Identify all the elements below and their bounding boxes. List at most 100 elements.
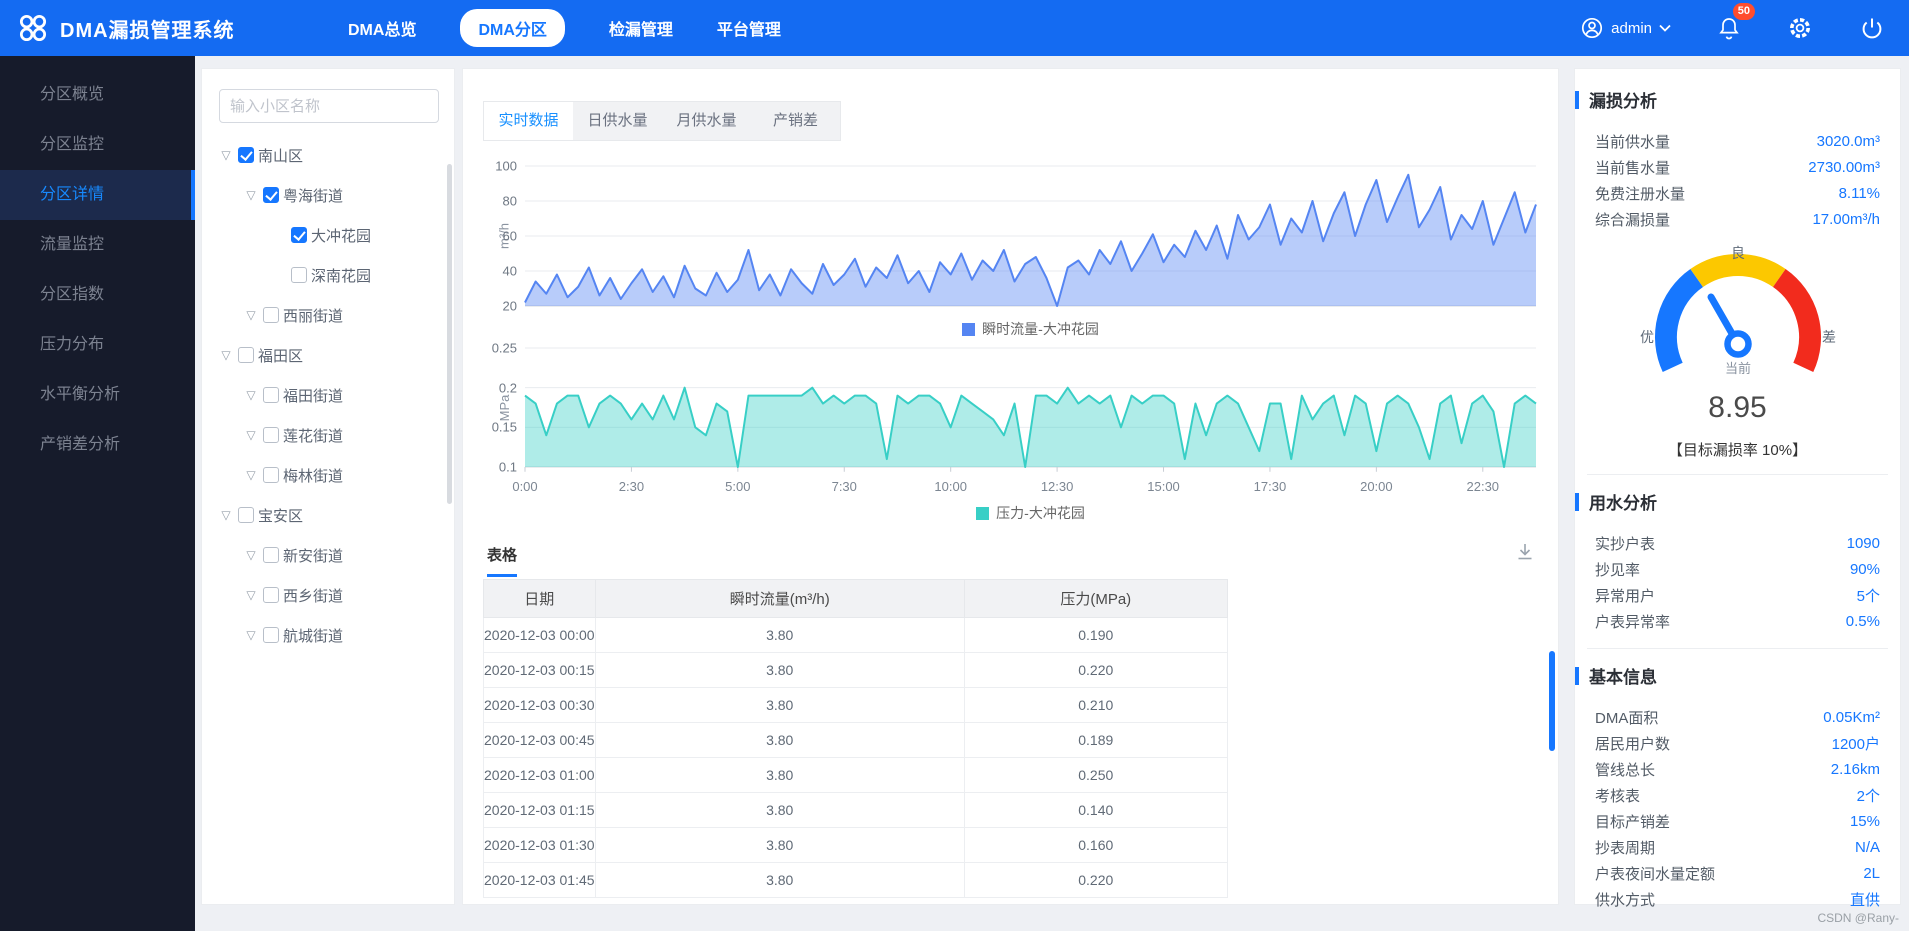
section-leak-analysis: 漏损分析: [1575, 87, 1880, 112]
caret-down-icon[interactable]: ▽: [244, 588, 258, 602]
sidebar-spacer: [0, 56, 195, 70]
sidebar-item-6[interactable]: 水平衡分析: [0, 370, 195, 420]
tree-checkbox[interactable]: [263, 547, 279, 563]
tab-3[interactable]: 产销差: [751, 102, 840, 140]
tree-checkbox[interactable]: [263, 387, 279, 403]
tree-checkbox[interactable]: [238, 507, 254, 523]
caret-down-icon[interactable]: ▽: [244, 548, 258, 562]
nav-item-2[interactable]: 检漏管理: [609, 16, 673, 40]
settings-gear-icon[interactable]: [1787, 15, 1813, 41]
caret-down-icon[interactable]: ▽: [219, 508, 233, 522]
search-input[interactable]: [219, 89, 439, 123]
tree-scrollbar[interactable]: [447, 164, 452, 504]
table-scrollbar[interactable]: [1549, 651, 1555, 751]
tree-checkbox[interactable]: [238, 347, 254, 363]
app-logo-icon: [18, 13, 48, 43]
tree-node-0[interactable]: ▽ 南山区: [202, 135, 454, 175]
table-cell: 2020-12-03 00:00: [484, 618, 596, 653]
caret-down-icon[interactable]: ▽: [244, 468, 258, 482]
tree-node-label[interactable]: 梅林街道: [283, 465, 343, 486]
tree-node-label[interactable]: 新安街道: [283, 545, 343, 566]
tree-node-1[interactable]: ▽ 粤海街道: [202, 175, 454, 215]
download-icon[interactable]: [1514, 541, 1536, 568]
tree-node-7[interactable]: ▽ 莲花街道: [202, 415, 454, 455]
legend-swatch: [976, 507, 989, 520]
tree-node-label[interactable]: 福田街道: [283, 385, 343, 406]
tree-node-label[interactable]: 深南花园: [311, 265, 371, 286]
tree-node-6[interactable]: ▽ 福田街道: [202, 375, 454, 415]
caret-down-icon[interactable]: ▽: [244, 628, 258, 642]
tree-node-8[interactable]: ▽ 梅林街道: [202, 455, 454, 495]
tree-node-9[interactable]: ▽ 宝安区: [202, 495, 454, 535]
tree-checkbox[interactable]: [263, 627, 279, 643]
info-label: 居民用户数: [1595, 733, 1670, 754]
table-row: 2020-12-03 00:303.800.210: [484, 688, 1228, 723]
y-tick-label: 80: [503, 194, 517, 209]
y-tick-label: 0.25: [492, 341, 517, 356]
tree-node-label[interactable]: 粤海街道: [283, 185, 343, 206]
tree-node-label[interactable]: 航城街道: [283, 625, 343, 646]
notification-bell-icon[interactable]: 50: [1717, 15, 1741, 41]
sidebar-item-0[interactable]: 分区概览: [0, 70, 195, 120]
caret-down-icon[interactable]: ▽: [244, 188, 258, 202]
tree-node-5[interactable]: ▽ 福田区: [202, 335, 454, 375]
sidebar-item-4[interactable]: 分区指数: [0, 270, 195, 320]
gauge-arc-poor: [1779, 278, 1810, 367]
nav-item-3[interactable]: 平台管理: [717, 16, 781, 40]
tree-node-11[interactable]: ▽ 西乡街道: [202, 575, 454, 615]
tree-node-label[interactable]: 西丽街道: [283, 305, 343, 326]
tree-checkbox[interactable]: [263, 187, 279, 203]
table-cell: 0.140: [964, 793, 1227, 828]
tree-node-label[interactable]: 宝安区: [258, 505, 303, 526]
section-accent-bar: [1575, 667, 1579, 685]
sidebar-item-7[interactable]: 产销差分析: [0, 420, 195, 470]
tree-checkbox[interactable]: [291, 227, 307, 243]
tab-0[interactable]: 实时数据: [484, 102, 573, 140]
info-row: 免费注册水量8.11%: [1595, 180, 1880, 206]
info-row: 户表夜间水量定额2L: [1595, 860, 1880, 886]
tree-node-label[interactable]: 大冲花园: [311, 225, 371, 246]
tree-node-4[interactable]: ▽ 西丽街道: [202, 295, 454, 335]
tree-node-10[interactable]: ▽ 新安街道: [202, 535, 454, 575]
caret-down-icon[interactable]: ▽: [244, 308, 258, 322]
info-label: 目标产销差: [1595, 811, 1670, 832]
caret-down-icon[interactable]: ▽: [244, 428, 258, 442]
user-menu[interactable]: admin: [1580, 16, 1671, 40]
section-title: 用水分析: [1589, 489, 1657, 514]
tab-table[interactable]: 表格: [487, 544, 517, 577]
flow-chart-legend[interactable]: 瞬时流量-大冲花园: [525, 319, 1536, 339]
pressure-chart-legend[interactable]: 压力-大冲花园: [525, 503, 1536, 523]
tree-node-label[interactable]: 莲花街道: [283, 425, 343, 446]
caret-down-icon[interactable]: ▽: [219, 148, 233, 162]
sidebar-item-5[interactable]: 压力分布: [0, 320, 195, 370]
table-cell: 0.220: [964, 863, 1227, 898]
tree-checkbox[interactable]: [238, 147, 254, 163]
tab-1[interactable]: 日供水量: [573, 102, 662, 140]
y-tick-label: 40: [503, 264, 517, 279]
tree-node-label[interactable]: 西乡街道: [283, 585, 343, 606]
tree-node-12[interactable]: ▽ 航城街道: [202, 615, 454, 655]
tree-node-label[interactable]: 南山区: [258, 145, 303, 166]
tree-node-3[interactable]: 深南花园: [202, 255, 454, 295]
sidebar-item-2[interactable]: 分区详情: [0, 170, 195, 220]
sidebar-item-1[interactable]: 分区监控: [0, 120, 195, 170]
gauge-value: 8.95: [1595, 391, 1880, 425]
sidebar-item-3[interactable]: 流量监控: [0, 220, 195, 270]
tree-node-label[interactable]: 福田区: [258, 345, 303, 366]
tree-node-2[interactable]: 大冲花园: [202, 215, 454, 255]
info-row: 管线总长2.16km: [1595, 756, 1880, 782]
tree-checkbox[interactable]: [263, 587, 279, 603]
tree-checkbox[interactable]: [263, 307, 279, 323]
power-icon[interactable]: [1859, 15, 1885, 41]
tree-checkbox[interactable]: [263, 427, 279, 443]
tree-checkbox[interactable]: [263, 467, 279, 483]
caret-down-icon[interactable]: ▽: [219, 348, 233, 362]
tree-checkbox[interactable]: [291, 267, 307, 283]
caret-down-icon[interactable]: ▽: [244, 388, 258, 402]
nav-item-1[interactable]: DMA分区: [460, 9, 564, 47]
tab-2[interactable]: 月供水量: [662, 102, 751, 140]
table-cell: 3.80: [595, 793, 964, 828]
info-value: 2.16km: [1831, 761, 1880, 778]
nav-item-0[interactable]: DMA总览: [348, 16, 416, 40]
table-cell: 2020-12-03 00:45: [484, 723, 596, 758]
